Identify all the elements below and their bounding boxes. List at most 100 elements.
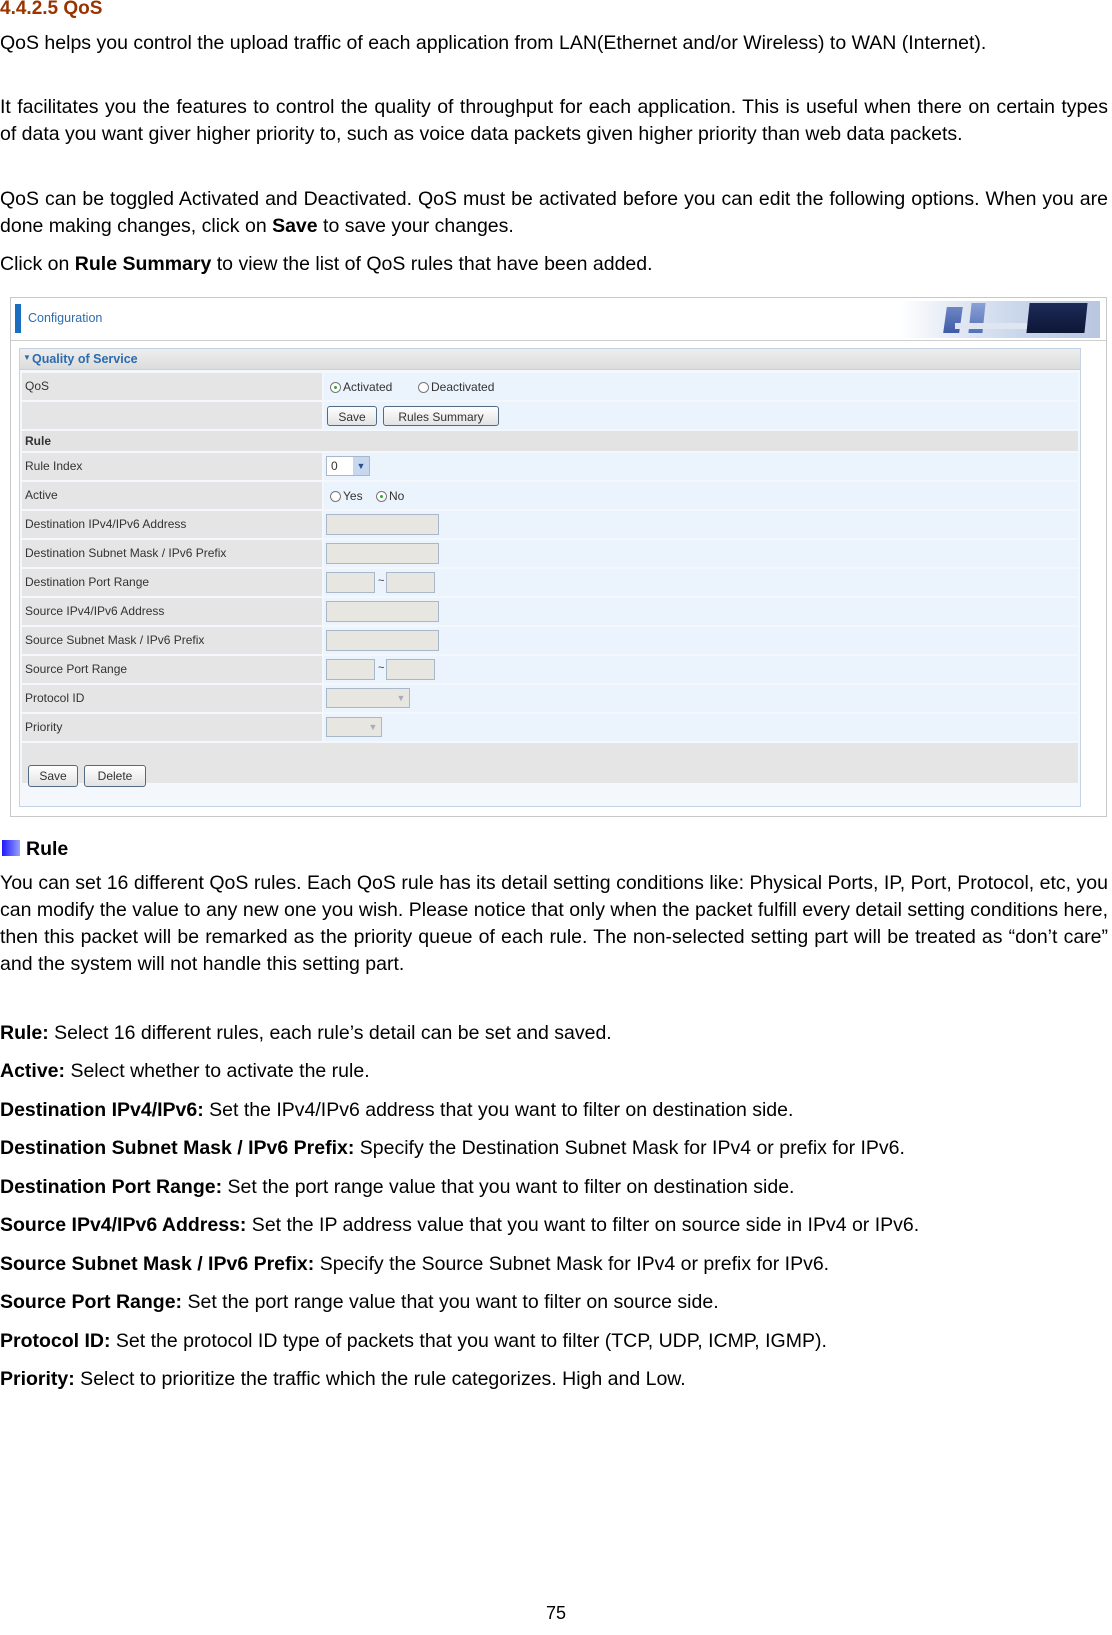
definition-item: Active: Select whether to activate the r… bbox=[0, 1058, 1108, 1085]
summary-text-bold: Rule Summary bbox=[74, 253, 212, 275]
definition-item: Destination IPv4/IPv6: Set the IPv4/IPv6… bbox=[0, 1097, 1108, 1124]
rule-section-row: Rule bbox=[22, 431, 1078, 451]
qos-buttons-row: Save Rules Summary bbox=[22, 402, 1078, 429]
definition-item: Source Port Range: Set the port range va… bbox=[0, 1289, 1108, 1316]
collapse-triangle-icon[interactable]: ▼ bbox=[23, 353, 31, 362]
rule-index-row: Rule Index 0 ▼ bbox=[22, 453, 1078, 480]
radio-unselected-icon bbox=[418, 382, 429, 393]
definition-term: Source Subnet Mask / IPv6 Prefix: bbox=[0, 1253, 315, 1275]
chevron-down-icon: ▼ bbox=[396, 693, 406, 703]
definition-desc: Set the IP address value that you want t… bbox=[246, 1214, 920, 1236]
definition-term: Source Port Range: bbox=[0, 1291, 183, 1313]
src-port-from-input[interactable] bbox=[326, 659, 375, 680]
facilitates-paragraph: It facilitates you the features to contr… bbox=[0, 96, 1108, 145]
definition-item: Destination Port Range: Set the port ran… bbox=[0, 1174, 1108, 1201]
qos-config-screenshot: Configuration ▼ Quality of Service QoS A… bbox=[10, 297, 1107, 817]
src-addr-label: Source IPv4/IPv6 Address bbox=[22, 598, 322, 625]
src-port-label: Source Port Range bbox=[22, 656, 322, 683]
config-header: Configuration bbox=[11, 298, 1106, 341]
priority-row: Priority ▼ bbox=[22, 714, 1078, 741]
definition-term: Destination Subnet Mask / IPv6 Prefix: bbox=[0, 1137, 355, 1159]
protocol-row: Protocol ID ▼ bbox=[22, 685, 1078, 712]
config-title: Configuration bbox=[28, 311, 103, 325]
header-accent-bar bbox=[15, 304, 21, 333]
chevron-down-icon: ▼ bbox=[368, 722, 378, 732]
definition-desc: Select whether to activate the rule. bbox=[65, 1060, 370, 1082]
dest-port-to-input[interactable] bbox=[386, 572, 435, 593]
toggle-paragraph: QoS can be toggled Activated and Deactiv… bbox=[0, 186, 1108, 240]
panel-header[interactable]: ▼ Quality of Service bbox=[20, 349, 1080, 370]
src-addr-input[interactable] bbox=[326, 601, 439, 622]
src-mask-row: Source Subnet Mask / IPv6 Prefix bbox=[22, 627, 1078, 654]
radio-unselected-icon bbox=[330, 491, 341, 502]
rule-section-label: Rule bbox=[22, 431, 1078, 451]
section-heading: 4.4.2.5 QoS bbox=[0, 0, 103, 19]
definition-item: Source IPv4/IPv6 Address: Set the IP add… bbox=[0, 1212, 1108, 1239]
definition-item: Source Subnet Mask / IPv6 Prefix: Specif… bbox=[0, 1251, 1108, 1278]
definition-desc: Set the port range value that you want t… bbox=[182, 1291, 719, 1313]
dest-mask-row: Destination Subnet Mask / IPv6 Prefix bbox=[22, 540, 1078, 567]
definition-term: Source IPv4/IPv6 Address: bbox=[0, 1214, 247, 1236]
blue-square-bullet-icon bbox=[2, 840, 20, 856]
rule-save-button[interactable]: Save bbox=[28, 765, 78, 787]
office-banner-icon bbox=[900, 301, 1100, 338]
src-mask-input[interactable] bbox=[326, 630, 439, 651]
definition-item: Destination Subnet Mask / IPv6 Prefix: S… bbox=[0, 1135, 1108, 1162]
protocol-label: Protocol ID bbox=[22, 685, 322, 712]
active-row: Active Yes No bbox=[22, 482, 1078, 509]
dest-port-from-input[interactable] bbox=[326, 572, 375, 593]
definition-desc: Set the protocol ID type of packets that… bbox=[110, 1330, 827, 1352]
protocol-select[interactable]: ▼ bbox=[326, 688, 410, 708]
page-number: 75 bbox=[545, 1603, 567, 1623]
definition-item: Priority: Select to prioritize the traff… bbox=[0, 1366, 1108, 1393]
toggle-text-pre: QoS can be toggled Activated and Deactiv… bbox=[0, 188, 1108, 237]
active-no-radio[interactable]: No bbox=[376, 489, 404, 503]
toggle-text-bold: Save bbox=[272, 215, 318, 237]
summary-text-post: to view the list of QoS rules that have … bbox=[211, 253, 653, 275]
qos-row: QoS Activated Deactivated bbox=[22, 373, 1078, 400]
definition-desc: Select 16 different rules, each rule’s d… bbox=[48, 1022, 612, 1044]
toggle-text-post: to save your changes. bbox=[317, 215, 514, 237]
src-mask-label: Source Subnet Mask / IPv6 Prefix bbox=[22, 627, 322, 654]
dest-addr-input[interactable] bbox=[326, 514, 439, 535]
qos-deactivated-radio[interactable]: Deactivated bbox=[418, 380, 494, 394]
dest-addr-row: Destination IPv4/IPv6 Address bbox=[22, 511, 1078, 538]
rule-index-select[interactable]: 0 ▼ bbox=[326, 456, 370, 476]
intro-paragraph: QoS helps you control the upload traffic… bbox=[0, 32, 987, 54]
chevron-down-icon: ▼ bbox=[353, 457, 369, 475]
qos-activated-radio[interactable]: Activated bbox=[330, 380, 392, 394]
rule-intro-paragraph: You can set 16 different QoS rules. Each… bbox=[0, 872, 1108, 975]
active-yes-radio[interactable]: Yes bbox=[330, 489, 363, 503]
rule-actions-row: Save Delete bbox=[22, 743, 1078, 787]
qos-label: QoS bbox=[22, 373, 322, 400]
rule-index-label: Rule Index bbox=[22, 453, 322, 480]
summary-paragraph: Click on Rule Summary to view the list o… bbox=[0, 251, 1108, 278]
rules-summary-button[interactable]: Rules Summary bbox=[383, 406, 499, 426]
dest-addr-label: Destination IPv4/IPv6 Address bbox=[22, 511, 322, 538]
priority-select[interactable]: ▼ bbox=[326, 717, 382, 737]
range-separator: ~ bbox=[378, 662, 385, 674]
dest-mask-input[interactable] bbox=[326, 543, 439, 564]
dest-port-label: Destination Port Range bbox=[22, 569, 322, 596]
summary-text-pre: Click on bbox=[0, 253, 75, 275]
qos-save-button[interactable]: Save bbox=[327, 406, 377, 426]
active-label: Active bbox=[22, 482, 322, 509]
rule-section-heading: Rule bbox=[2, 838, 68, 861]
qos-panel: ▼ Quality of Service QoS Activated Deact… bbox=[19, 348, 1081, 807]
definition-term: Active: bbox=[0, 1060, 66, 1082]
definition-term: Destination Port Range: bbox=[0, 1176, 223, 1198]
definition-term: Destination IPv4/IPv6: bbox=[0, 1099, 204, 1121]
definition-term: Rule: bbox=[0, 1022, 49, 1044]
panel-title: Quality of Service bbox=[32, 352, 138, 366]
src-port-to-input[interactable] bbox=[386, 659, 435, 680]
src-port-row: Source Port Range ~ bbox=[22, 656, 1078, 683]
definition-desc: Set the port range value that you want t… bbox=[222, 1176, 795, 1198]
definition-item: Protocol ID: Set the protocol ID type of… bbox=[0, 1328, 1108, 1355]
rule-delete-button[interactable]: Delete bbox=[84, 765, 146, 787]
dest-port-row: Destination Port Range ~ bbox=[22, 569, 1078, 596]
range-separator: ~ bbox=[378, 575, 385, 587]
priority-label: Priority bbox=[22, 714, 322, 741]
definition-desc: Specify the Destination Subnet Mask for … bbox=[354, 1137, 905, 1159]
src-addr-row: Source IPv4/IPv6 Address bbox=[22, 598, 1078, 625]
radio-selected-icon bbox=[330, 382, 341, 393]
